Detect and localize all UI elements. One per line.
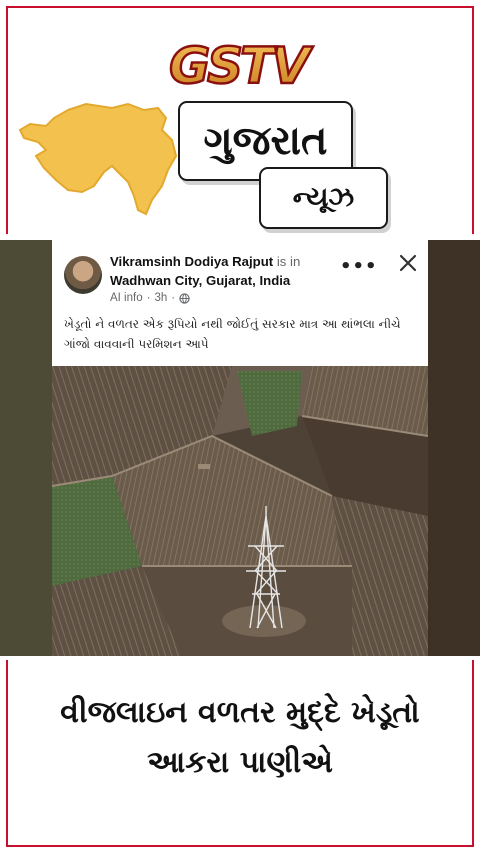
ai-info-label[interactable]: AI info [110,292,143,304]
gujarat-map-icon [18,102,178,216]
logo-text: GSTV [169,38,313,90]
globe-icon [179,292,190,304]
aerial-farm-photo [52,366,428,656]
headline-line-2: આકરા પાણીએ [147,745,333,780]
blurred-edge-right [428,240,480,656]
post-screenshot-band: Vikramsinh Dodiya Rajput is in Wadhwan C… [0,240,480,656]
badge-subtitle: ન્યૂઝ [292,182,355,213]
post-author: Vikramsinh Dodiya Rajput is in Wadhwan C… [110,252,340,290]
news-badge: ન્યૂઝ [259,167,388,229]
post-caption: ખેડૂતો ને વળતર એક રૂપિયો નથી જોઈતું સરકા… [64,317,401,351]
post-meta: AI info · 3h · [110,292,190,304]
post-header: Vikramsinh Dodiya Rajput is in Wadhwan C… [52,240,428,312]
close-icon[interactable] [398,253,418,273]
post-time: 3h [154,292,168,304]
location-link[interactable]: Wadhwan City, Gujarat, India [110,273,290,288]
headline: વીજલાઇન વળતર મુદ્દે ખેડૂતો આકરા પાણીએ [10,688,470,788]
blurred-edge-left [0,240,52,656]
gstv-logo: GSTV [168,38,318,90]
headline-line-1: વીજલાઇન વળતર મુદ્દે ખેડૂતો [60,695,420,730]
avatar[interactable] [64,256,102,294]
more-horizontal-icon[interactable]: ••• [340,256,378,277]
author-name[interactable]: Vikramsinh Dodiya Rajput [110,254,273,269]
is-in-text: is in [276,254,301,269]
social-post: Vikramsinh Dodiya Rajput is in Wadhwan C… [52,240,428,656]
badge-title: ગુજરાત [203,118,328,164]
